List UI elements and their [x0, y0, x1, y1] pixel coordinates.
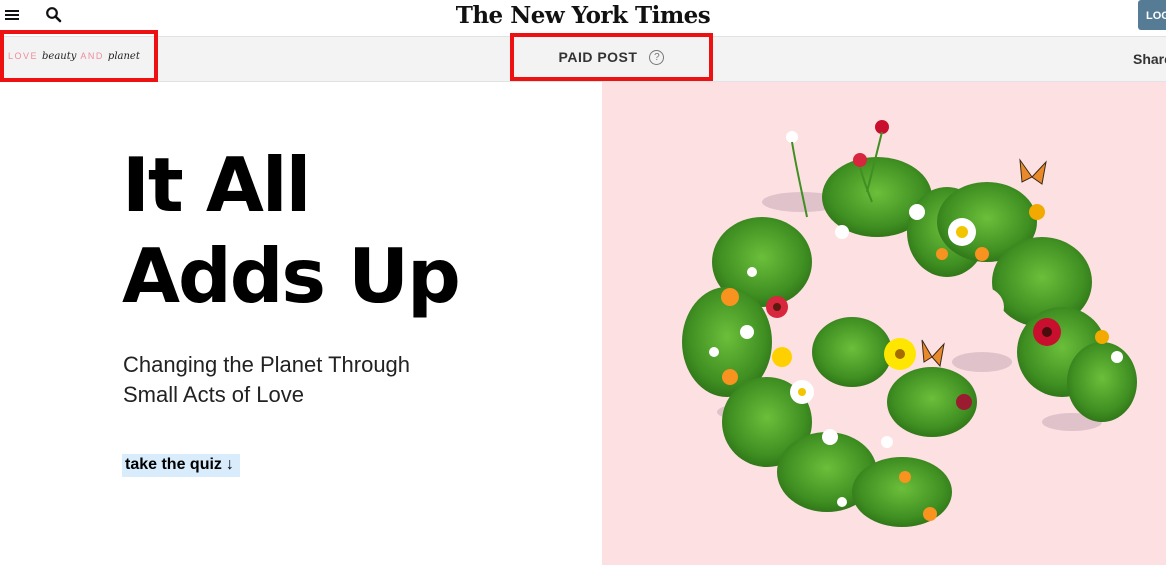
sponsor-bar: LOVE beauty AND planet PAID POST ? Share	[0, 30, 1166, 82]
share-button[interactable]: Share	[1133, 51, 1166, 67]
hero-subtitle: Changing the Planet Through Small Acts o…	[123, 350, 483, 410]
hero-title: It All Adds Up	[122, 140, 461, 322]
sponsor-logo[interactable]: LOVE beauty AND planet	[0, 30, 158, 82]
take-quiz-link[interactable]: take the quiz ↓	[122, 454, 240, 477]
sponsor-logo-love: LOVE	[8, 51, 39, 61]
down-arrow-icon: ↓	[225, 456, 234, 473]
hero-title-line2: Adds Up	[122, 232, 461, 320]
nyt-logo[interactable]: The New York Times	[0, 2, 1166, 29]
hero-title-line1: It All	[122, 141, 311, 229]
sponsor-logo-beauty: beauty	[42, 50, 77, 62]
top-bar: The New York Times LOG	[0, 0, 1166, 36]
paid-post-label: PAID POST	[558, 49, 638, 65]
sponsor-logo-and: AND	[80, 51, 104, 61]
hero-subtitle-line1: Changing the Planet Through	[123, 352, 411, 377]
hero-illustration	[602, 82, 1166, 565]
paid-post-highlight: PAID POST ?	[510, 33, 713, 81]
sponsor-logo-planet: planet	[107, 50, 140, 62]
take-quiz-label: take the quiz	[125, 456, 222, 473]
help-icon[interactable]: ?	[649, 49, 665, 65]
flower-heart-illustration	[682, 120, 1137, 527]
login-button[interactable]: LOG	[1138, 0, 1166, 30]
hero-subtitle-line2: Small Acts of Love	[123, 382, 304, 407]
